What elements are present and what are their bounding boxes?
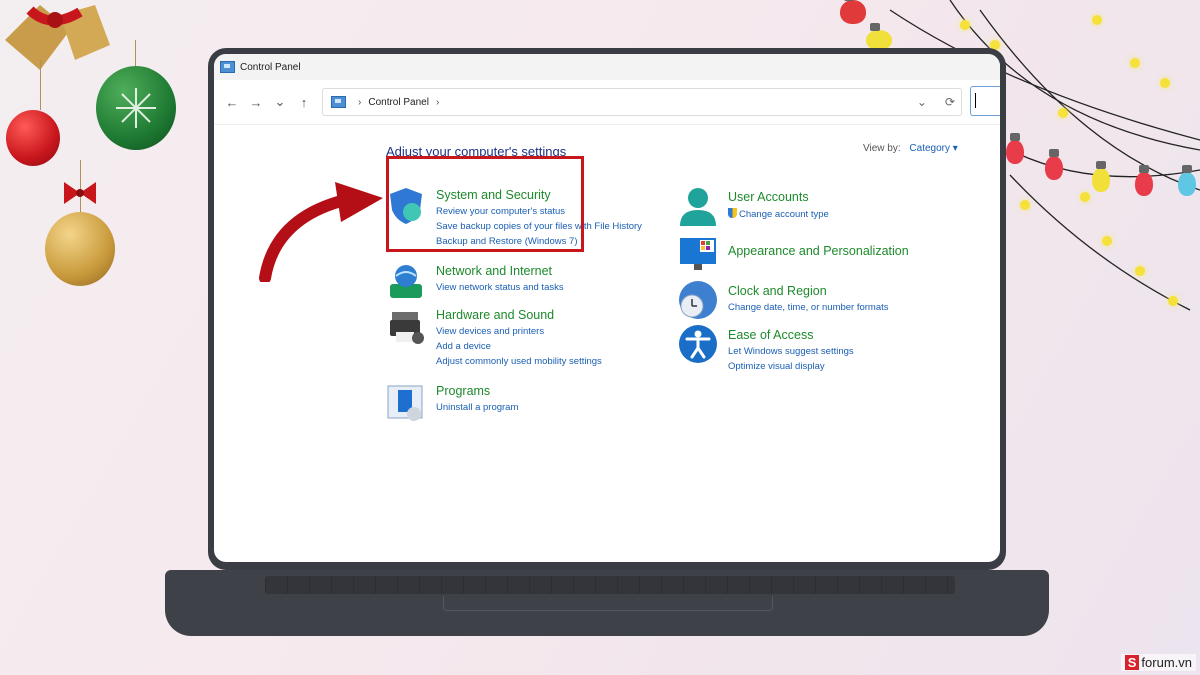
laptop-trackpad <box>443 596 773 611</box>
red-bow-icon <box>62 180 98 206</box>
control-panel-window: Control Panel ← → ⌄ ↑ › Control Panel › … <box>214 54 1000 562</box>
view-by-dropdown[interactable]: Category ▾ <box>909 143 957 154</box>
recent-chevron-icon[interactable]: ⌄ <box>268 90 292 114</box>
address-bar[interactable]: › Control Panel › ⌄ ⟳ <box>322 88 962 116</box>
sforum-watermark: S forum.vn <box>1120 654 1196 671</box>
breadcrumb-separator: › <box>358 96 362 108</box>
category-link[interactable]: Change date, time, or number formats <box>728 302 889 313</box>
title-bar: Control Panel <box>214 54 1000 80</box>
breadcrumb-separator-end[interactable]: › <box>436 97 439 108</box>
category-title[interactable]: Network and Internet <box>436 264 564 278</box>
printer-icon[interactable] <box>386 306 426 346</box>
category-link[interactable]: Optimize visual display <box>728 361 854 372</box>
category-link[interactable]: Uninstall a program <box>436 402 518 413</box>
category-appearance: Appearance and Personalization <box>728 244 909 258</box>
address-row: ← → ⌄ ↑ › Control Panel › ⌄ ⟳ <box>214 80 1000 125</box>
category-link[interactable]: Change account type <box>728 208 829 220</box>
category-title[interactable]: Ease of Access <box>728 328 854 342</box>
category-title[interactable]: User Accounts <box>728 190 829 204</box>
laptop-keyboard <box>265 576 955 594</box>
category-title[interactable]: Clock and Region <box>728 284 889 298</box>
category-link[interactable]: View devices and printers <box>436 326 602 337</box>
back-arrow-icon[interactable]: ← <box>220 90 244 114</box>
christmas-decoration-left <box>0 0 190 300</box>
category-programs: Programs Uninstall a program <box>436 384 518 413</box>
accessibility-icon[interactable] <box>678 324 718 364</box>
refresh-icon[interactable]: ⟳ <box>945 95 955 109</box>
green-ornament-icon <box>96 66 176 150</box>
search-input[interactable] <box>970 86 1000 116</box>
user-icon[interactable] <box>678 186 718 226</box>
monitor-icon[interactable] <box>678 234 718 274</box>
sforum-logo-icon: S <box>1124 655 1140 670</box>
control-panel-icon <box>220 61 235 73</box>
category-title[interactable]: Programs <box>436 384 518 398</box>
category-link[interactable]: View network status and tasks <box>436 282 564 293</box>
view-by-label: View by: <box>863 143 901 154</box>
forward-arrow-icon[interactable]: → <box>244 90 268 114</box>
watermark-text: forum.vn <box>1141 655 1192 670</box>
category-network-internet: Network and Internet View network status… <box>436 264 564 293</box>
category-title[interactable]: Hardware and Sound <box>436 308 602 322</box>
clock-icon[interactable] <box>678 280 718 320</box>
breadcrumb-control-panel[interactable]: Control Panel <box>368 97 429 108</box>
category-user-accounts: User Accounts Change account type <box>728 190 829 220</box>
category-ease-of-access: Ease of Access Let Windows suggest setti… <box>728 328 854 372</box>
up-arrow-icon[interactable]: ↑ <box>292 90 316 114</box>
category-hardware-sound: Hardware and Sound View devices and prin… <box>436 308 602 367</box>
network-icon[interactable] <box>386 262 426 302</box>
uac-shield-icon <box>728 208 737 218</box>
window-title: Control Panel <box>240 61 301 73</box>
red-arrow-icon <box>255 178 387 287</box>
view-by: View by: Category ▾ <box>863 143 958 154</box>
category-link[interactable]: Let Windows suggest settings <box>728 346 854 357</box>
category-title[interactable]: Appearance and Personalization <box>728 244 909 258</box>
category-clock-region: Clock and Region Change date, time, or n… <box>728 284 889 313</box>
address-dropdown-icon[interactable]: ⌄ <box>917 95 927 109</box>
category-link[interactable]: Add a device <box>436 341 602 352</box>
category-link[interactable]: Adjust commonly used mobility settings <box>436 356 602 367</box>
red-ornament-icon <box>6 110 60 166</box>
address-control-panel-icon <box>331 96 346 108</box>
programs-icon[interactable] <box>386 382 426 422</box>
highlight-box <box>386 156 584 252</box>
gold-ornament-icon <box>45 212 115 286</box>
